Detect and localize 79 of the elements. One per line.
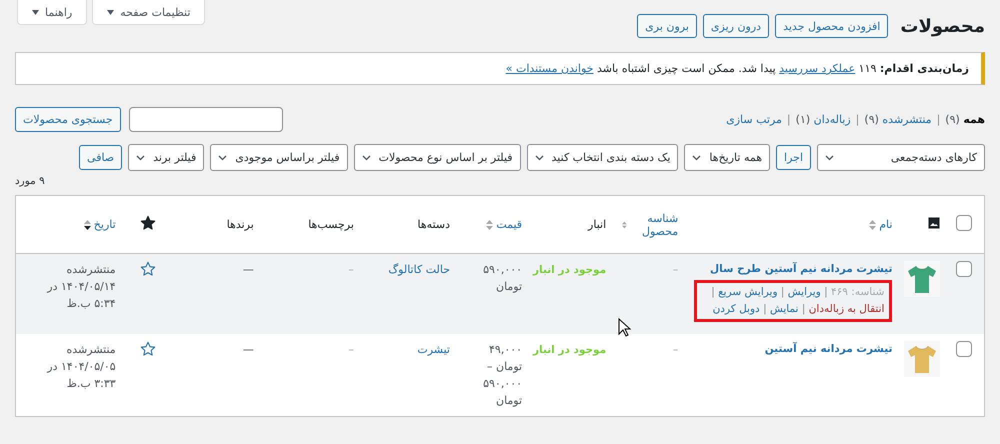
filter-dropdown[interactable]: فیلتر بر اساس نوع محصولات bbox=[354, 144, 521, 171]
row-action-link[interactable]: ویرایش سریع bbox=[718, 286, 778, 298]
separator: | bbox=[711, 286, 716, 298]
product-id-text: شناسه: ۴۶۹ bbox=[831, 286, 884, 298]
view-filter-link[interactable]: همه (۹) bbox=[945, 113, 985, 126]
notice-text: زمان‌بندی اقدام: ۱۱۹ عملکرد سررسید پیدا شد. ممکن است چیزی اشتباه باشد خواندن مستندات » bbox=[506, 62, 969, 75]
title-action-button[interactable]: درون ریزی bbox=[702, 14, 770, 38]
image-icon bbox=[928, 217, 940, 229]
filter-dropdown[interactable]: فیلتر براساس موجودی bbox=[210, 144, 348, 171]
column-header-link[interactable]: شناسه محصول bbox=[622, 212, 678, 238]
checkbox[interactable] bbox=[956, 215, 972, 231]
chevron-down-icon bbox=[218, 154, 228, 160]
column-header-link[interactable]: قیمت bbox=[486, 218, 522, 231]
separator: | bbox=[786, 113, 791, 126]
row-action-link[interactable]: نمایش bbox=[770, 303, 798, 316]
notice-link[interactable]: خواندن مستندات » bbox=[506, 62, 594, 75]
chevron-down-icon bbox=[534, 154, 544, 160]
filter-dropdown[interactable]: فیلتر برند bbox=[128, 144, 204, 171]
trash-link[interactable]: انتقال به زباله‌دان bbox=[808, 303, 884, 316]
tags-text: – bbox=[348, 263, 354, 276]
filter-button[interactable]: اجرا bbox=[776, 145, 811, 170]
date-text: ۱۴۰۴/۰۵/۱۴ در ۵:۳۴ ب.ظ bbox=[47, 280, 116, 310]
separator: | bbox=[762, 303, 768, 316]
column-header: انبار bbox=[588, 218, 606, 231]
search-field[interactable] bbox=[128, 107, 283, 132]
filter-dropdown[interactable]: یک دسته بندی انتخاب کنید bbox=[526, 144, 678, 171]
filter-dropdown[interactable]: همه تاریخ‌ها bbox=[684, 144, 770, 171]
search-button[interactable]: جستجوی محصولات bbox=[15, 107, 121, 132]
chevron-down-icon bbox=[825, 154, 834, 160]
caret-icon bbox=[32, 10, 39, 14]
separator: | bbox=[823, 286, 829, 298]
view-filter-link[interactable]: منتشرشده (۹) bbox=[864, 113, 932, 126]
row-action-link[interactable]: ویرایش bbox=[788, 286, 821, 298]
chevron-down-icon bbox=[136, 154, 146, 160]
separator: | bbox=[936, 113, 940, 126]
date-status: منتشرشده bbox=[66, 342, 116, 356]
separator: | bbox=[856, 113, 860, 126]
date-status: منتشرشده bbox=[66, 263, 116, 276]
notice-link[interactable]: عملکرد سررسید bbox=[779, 62, 856, 75]
column-header: برندها bbox=[226, 218, 254, 231]
page-title: محصولات bbox=[900, 16, 985, 36]
checkbox[interactable] bbox=[956, 340, 972, 356]
row-action-link[interactable]: دوبل کردن bbox=[712, 303, 760, 316]
featured-star-icon[interactable] bbox=[140, 261, 156, 277]
caret-icon bbox=[107, 10, 114, 14]
stock-status: موجود در انبار bbox=[532, 344, 606, 356]
separator: | bbox=[780, 286, 786, 298]
price-text: ۴۹,۰۰۰ تومان – ۵۹۰,۰۰۰ تومان bbox=[483, 342, 522, 407]
chevron-down-icon bbox=[362, 154, 371, 160]
title-action-button[interactable]: برون بری bbox=[637, 14, 697, 38]
tags-text: – bbox=[348, 342, 354, 356]
product-name-link[interactable]: تیشرت مردانه نیم آستین طرح سال bbox=[694, 261, 892, 278]
separator: | bbox=[800, 303, 806, 316]
chevron-down-icon bbox=[692, 154, 702, 160]
checkbox[interactable] bbox=[956, 261, 972, 277]
screen-meta-tab[interactable]: تنظیمات صفحه bbox=[92, 0, 206, 25]
filter-dropdown[interactable]: کارهای دسته‌جمعی bbox=[817, 144, 985, 171]
column-header: دسته‌ها bbox=[418, 218, 450, 231]
sku-text: – bbox=[672, 263, 678, 276]
price-text: ۵۹۰,۰۰۰ تومان bbox=[483, 263, 522, 294]
category-link[interactable]: تیشرت bbox=[417, 342, 450, 356]
star-icon bbox=[140, 215, 156, 231]
date-text: ۱۴۰۴/۰۵/۰۵ در ۳:۳۳ ب.ظ bbox=[47, 360, 116, 390]
category-link[interactable]: حالت کاتالوگ bbox=[388, 263, 450, 276]
screen-meta-tab[interactable]: راهنما bbox=[17, 0, 88, 25]
brands-text: — bbox=[242, 263, 254, 276]
filter-button[interactable]: صافی bbox=[79, 145, 122, 170]
item-count: ۹ مورد bbox=[15, 175, 45, 187]
view-filter-link[interactable]: زباله‌دان (۱) bbox=[796, 113, 851, 126]
column-header-link[interactable]: نام bbox=[869, 218, 892, 231]
column-header: برچسب‌ها bbox=[308, 218, 354, 231]
stock-status: موجود در انبار bbox=[532, 264, 606, 276]
sku-text: – bbox=[672, 342, 678, 356]
column-header-link[interactable]: تاریخ bbox=[84, 218, 116, 231]
view-filter-link[interactable]: مرتب سازی bbox=[726, 113, 782, 126]
product-name-link[interactable]: تیشرت مردانه نیم آستین bbox=[694, 340, 892, 357]
featured-star-icon[interactable] bbox=[140, 340, 156, 356]
brands-text: — bbox=[242, 342, 254, 356]
title-action-button[interactable]: افزودن محصول جدید bbox=[775, 14, 888, 38]
